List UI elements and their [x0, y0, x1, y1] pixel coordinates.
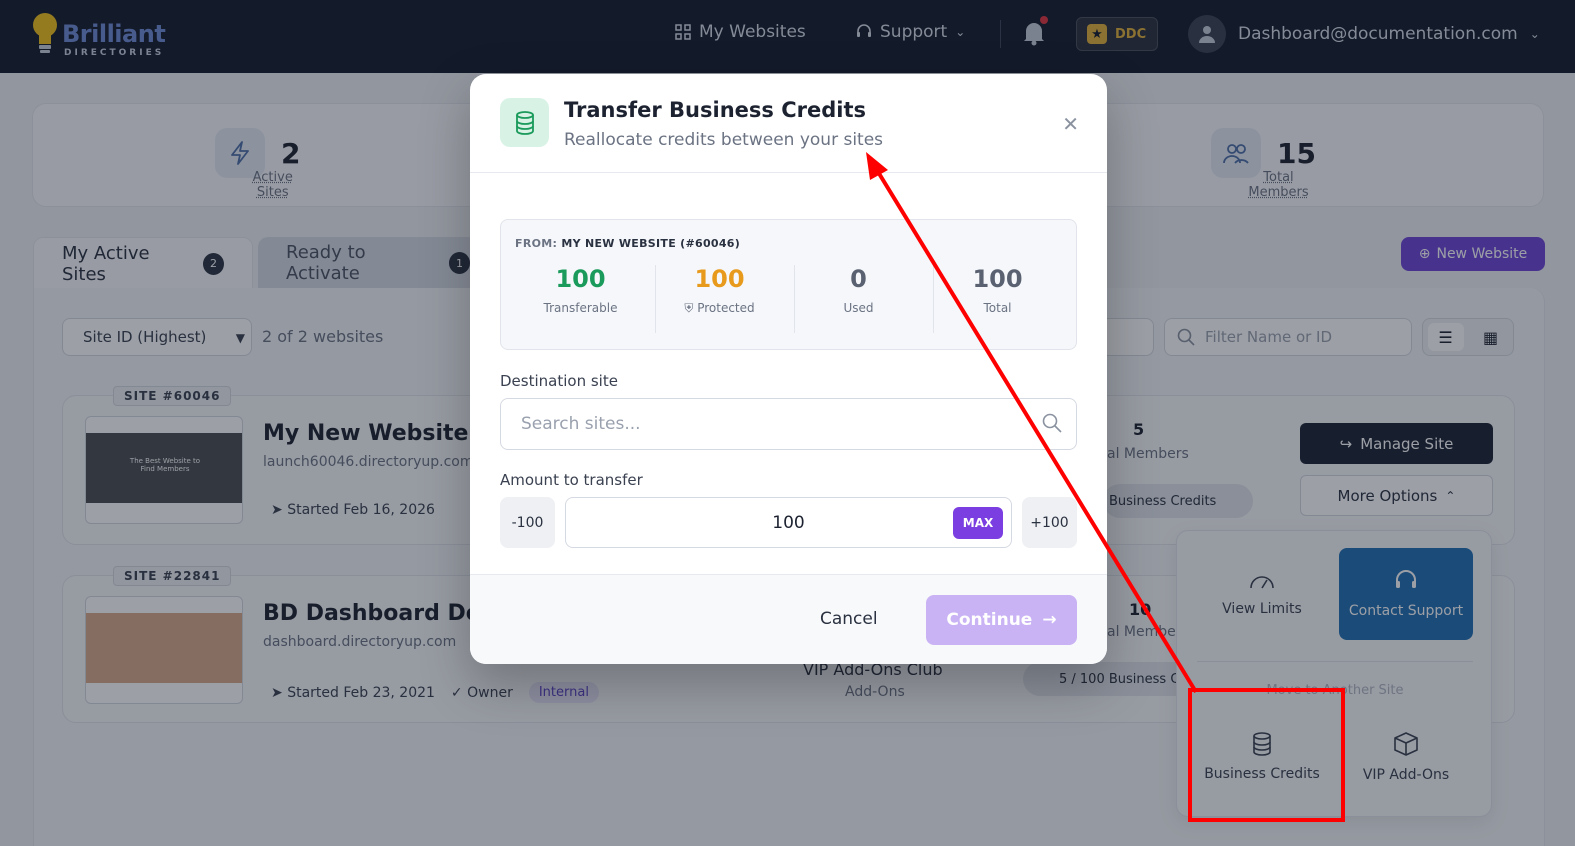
amount-input[interactable]: 100 MAX	[565, 497, 1012, 548]
modal-divider	[470, 172, 1107, 173]
arrow-right-icon: →	[1042, 610, 1057, 630]
modal-subtitle: Reallocate credits between your sites	[564, 130, 884, 150]
continue-label: Continue	[946, 610, 1033, 630]
amount-label: Amount to transfer	[500, 471, 643, 489]
database-icon	[500, 98, 549, 147]
total-value: 100	[972, 265, 1023, 293]
cancel-button[interactable]: Cancel	[820, 609, 878, 629]
destination-label: Destination site	[500, 372, 618, 390]
max-button[interactable]: MAX	[953, 507, 1003, 539]
search-icon	[1042, 413, 1062, 433]
transferable-value: 100	[555, 265, 606, 293]
source-site-heading: FROM: MY NEW WEBSITE (#60046)	[515, 237, 741, 250]
protected-value: 100	[694, 265, 745, 293]
increase-amount-button[interactable]: +100	[1022, 497, 1077, 548]
transferable-cell: 100 Transferable	[511, 265, 650, 333]
source-site-summary: FROM: MY NEW WEBSITE (#60046) 100 Transf…	[500, 219, 1077, 350]
protected-cell: 100 ⛨ Protected	[650, 265, 789, 333]
total-label: Total	[983, 301, 1012, 315]
close-icon[interactable]: ✕	[1062, 112, 1079, 136]
decrease-amount-button[interactable]: -100	[500, 497, 555, 548]
amount-value: 100	[772, 512, 805, 533]
shield-icon: ⛨	[684, 301, 694, 315]
modal-title: Transfer Business Credits	[564, 98, 866, 122]
transferable-label: Transferable	[543, 301, 618, 315]
used-value: 0	[850, 265, 867, 293]
used-cell: 0 Used	[789, 265, 928, 333]
modal-footer: Cancel Continue →	[470, 575, 1107, 664]
protected-label-row: ⛨ Protected	[684, 301, 755, 315]
destination-search-input[interactable]: Search sites...	[500, 398, 1077, 450]
transfer-credits-modal: Transfer Business Credits Reallocate cre…	[470, 74, 1107, 664]
destination-placeholder: Search sites...	[521, 414, 641, 434]
used-label: Used	[843, 301, 874, 315]
continue-button[interactable]: Continue →	[926, 595, 1077, 645]
total-cell: 100 Total	[928, 265, 1067, 333]
